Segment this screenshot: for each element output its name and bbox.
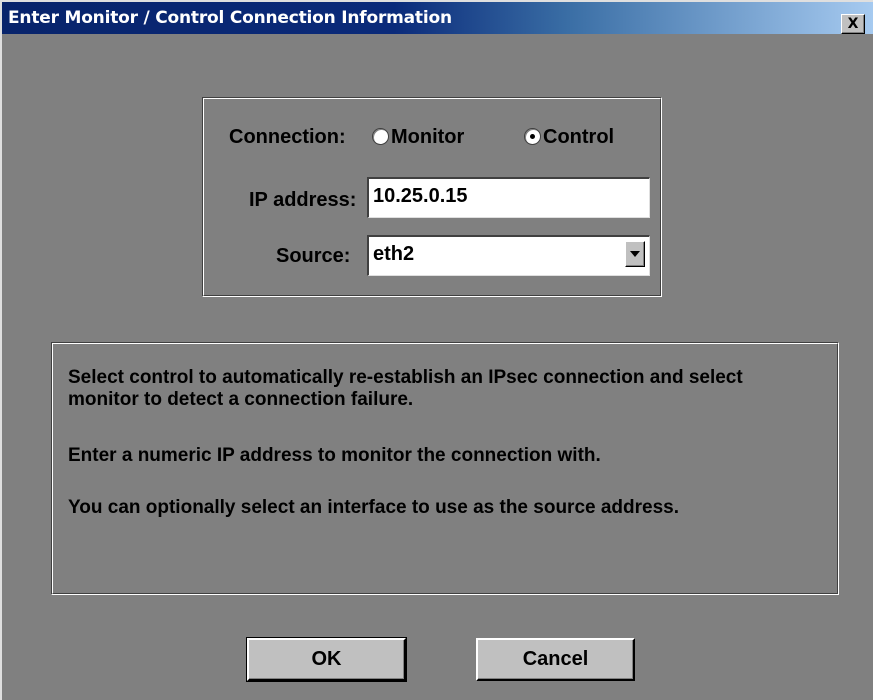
cancel-button[interactable]: Cancel <box>476 638 635 681</box>
cancel-button-label: Cancel <box>522 648 589 670</box>
chevron-down-icon <box>630 251 640 257</box>
source-label: Source: <box>276 245 351 267</box>
window-title: Enter Monitor / Control Connection Infor… <box>8 8 452 28</box>
ip-address-label: IP address: <box>249 189 357 211</box>
ok-button-label: OK <box>311 648 342 670</box>
connection-label: Connection: <box>229 126 346 148</box>
radio-selected-dot <box>530 134 535 139</box>
monitor-radio-label[interactable]: Monitor <box>391 126 464 149</box>
help-paragraph-1: Select control to automatically re-estab… <box>68 367 743 410</box>
help-paragraph-3: You can optionally select an interface t… <box>68 497 680 518</box>
control-radio-label[interactable]: Control <box>543 126 614 149</box>
monitor-radio[interactable] <box>372 128 389 145</box>
help-paragraph-2: Enter a numeric IP address to monitor th… <box>68 445 601 466</box>
close-icon: X <box>847 16 859 32</box>
source-select-value: eth2 <box>373 243 415 265</box>
control-radio[interactable] <box>524 128 541 145</box>
source-dropdown-button[interactable] <box>625 241 645 267</box>
close-button[interactable]: X <box>841 14 865 34</box>
source-select[interactable]: eth2 <box>367 235 650 276</box>
dialog-window: Enter Monitor / Control Connection Infor… <box>0 0 873 700</box>
title-bar[interactable]: Enter Monitor / Control Connection Infor… <box>2 2 873 34</box>
ok-button[interactable]: OK <box>246 637 407 682</box>
ip-address-input[interactable]: 10.25.0.15 <box>367 177 650 218</box>
